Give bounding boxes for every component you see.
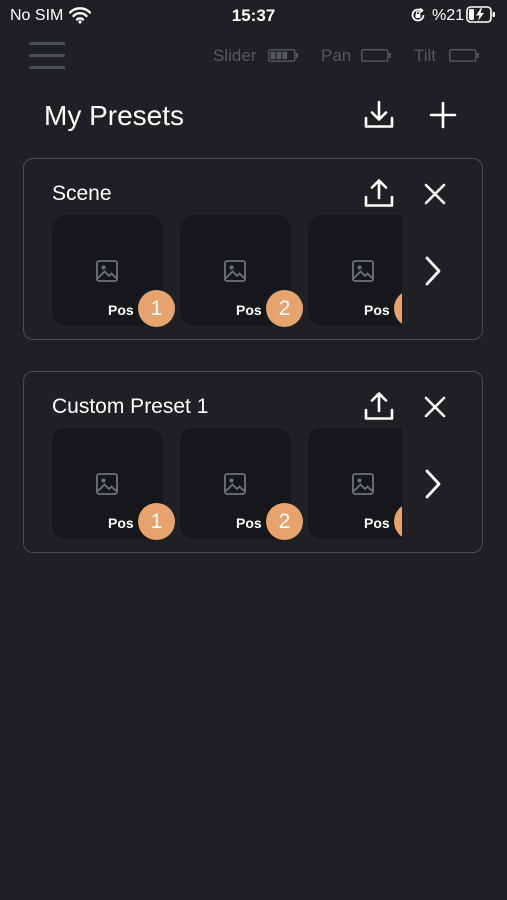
position-number-badge: 3 xyxy=(394,290,402,327)
position-label: Pos xyxy=(236,302,262,318)
position-label: Pos xyxy=(364,302,390,318)
menu-button[interactable] xyxy=(29,42,65,70)
image-placeholder-icon xyxy=(224,260,246,282)
add-icon[interactable] xyxy=(426,98,460,132)
preset-name: Scene xyxy=(52,182,112,205)
image-placeholder-icon xyxy=(96,260,118,282)
position-thumbnail[interactable]: Pos 3 xyxy=(308,428,402,540)
chevron-right-icon[interactable] xyxy=(418,253,448,289)
position-number-badge: 1 xyxy=(138,503,175,540)
delete-icon[interactable] xyxy=(418,177,452,211)
battery-charging-icon xyxy=(466,6,495,23)
image-placeholder-icon xyxy=(352,473,374,495)
position-label: Pos xyxy=(108,515,134,531)
device-label: Tilt xyxy=(414,46,437,65)
position-thumbnail[interactable]: Pos 1 xyxy=(52,215,175,327)
orientation-lock-icon xyxy=(411,7,425,22)
image-placeholder-icon xyxy=(352,260,374,282)
status-bar: No SIM 15:37 %21 xyxy=(0,0,507,32)
device-label: Slider xyxy=(213,46,257,65)
device-battery-icon xyxy=(449,49,479,62)
share-icon[interactable] xyxy=(362,177,396,211)
image-placeholder-icon xyxy=(96,473,118,495)
share-icon[interactable] xyxy=(362,390,396,424)
image-placeholder-icon xyxy=(224,473,246,495)
position-strip: Pos 1 Pos 2 Pos 3 xyxy=(52,215,402,327)
position-thumbnail[interactable]: Pos 1 xyxy=(52,428,175,540)
preset-card: Custom Preset 1 Pos 1 Pos 2 Pos 3 xyxy=(23,371,483,553)
preset-card: Scene Pos 1 Pos 2 Pos 3 xyxy=(23,158,483,340)
position-label: Pos xyxy=(364,515,390,531)
position-label: Pos xyxy=(108,302,134,318)
clock: 15:37 xyxy=(231,6,276,25)
position-number-badge: 3 xyxy=(394,503,402,540)
position-thumbnail[interactable]: Pos 2 xyxy=(180,428,303,540)
delete-icon[interactable] xyxy=(418,390,452,424)
battery-percent: %21 xyxy=(432,7,465,24)
chevron-right-icon[interactable] xyxy=(418,466,448,502)
download-icon[interactable] xyxy=(362,98,396,132)
device-label: Pan xyxy=(321,46,352,65)
position-thumbnail[interactable]: Pos 3 xyxy=(308,215,402,327)
position-strip: Pos 1 Pos 2 Pos 3 xyxy=(52,428,402,540)
position-number-badge: 1 xyxy=(138,290,175,327)
position-thumbnail[interactable]: Pos 2 xyxy=(180,215,303,327)
position-number-badge: 2 xyxy=(266,503,303,540)
device-battery-icon xyxy=(361,49,391,62)
preset-name: Custom Preset 1 xyxy=(52,395,209,418)
device-battery-icon xyxy=(268,49,298,62)
position-label: Pos xyxy=(236,515,262,531)
position-number-badge: 2 xyxy=(266,290,303,327)
page-title: My Presets xyxy=(44,100,185,131)
